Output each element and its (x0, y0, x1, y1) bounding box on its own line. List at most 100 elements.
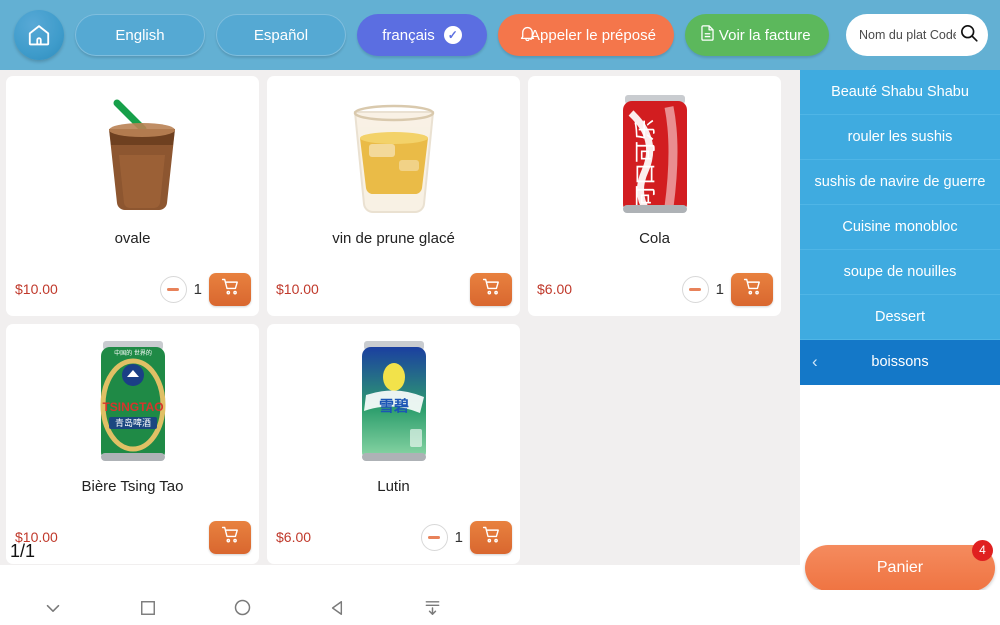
product-name: vin de prune glacé (332, 230, 455, 247)
decrease-quantity-button[interactable] (420, 523, 448, 551)
call-staff-label: Appeler le préposé (530, 26, 656, 44)
product-card[interactable]: 可口可乐 Cola $6.00 1 (528, 76, 781, 316)
language-label: français (382, 26, 435, 44)
language-button-francais[interactable]: français ✓ (357, 14, 487, 56)
cart-icon (220, 524, 241, 550)
category-item-sushis-de-navire-de-guerre[interactable]: sushis de navire de guerre (800, 160, 1000, 205)
cart-label: Panier (876, 558, 924, 576)
check-icon: ✓ (443, 26, 462, 44)
page-indicator: 1/1 (10, 541, 36, 561)
svg-text:雪碧: 雪碧 (378, 397, 408, 415)
bell-icon (518, 24, 537, 47)
product-footer: $10.00 (267, 262, 520, 316)
quantity-value: 1 (715, 280, 724, 298)
product-grid: ovale $10.00 1 vin de prune glacé $10.00… (6, 76, 800, 564)
cart-icon (481, 524, 502, 550)
svg-text:TSINGTAO: TSINGTAO (102, 400, 163, 414)
category-label: Dessert (875, 309, 925, 325)
product-image-sprite-can: 雪碧 (267, 324, 520, 476)
category-item-cuisine-monobloc[interactable]: Cuisine monobloc (800, 205, 1000, 250)
quantity-controls: 1 (159, 272, 251, 306)
product-card[interactable]: ovale $10.00 1 (6, 76, 259, 316)
minus-icon (428, 535, 441, 539)
product-image-iced-chocolate-drink (6, 76, 259, 228)
product-price: $6.00 (537, 281, 573, 297)
product-card[interactable]: vin de prune glacé $10.00 (267, 76, 520, 316)
category-sidebar: Beauté Shabu Shabu rouler les sushis sus… (800, 70, 1000, 535)
svg-text:可口可乐: 可口可乐 (633, 119, 658, 207)
home-button[interactable] (14, 10, 64, 60)
category-item-soupe-de-nouilles[interactable]: soupe de nouilles (800, 250, 1000, 295)
language-button-english[interactable]: English (75, 14, 205, 56)
language-label: Español (253, 26, 309, 44)
hide-keyboard-icon[interactable] (410, 597, 455, 618)
product-image-iced-plum-wine (267, 76, 520, 228)
product-name: Cola (639, 230, 670, 247)
cart-button[interactable]: Panier 4 (805, 539, 995, 591)
product-price: $10.00 (276, 281, 319, 297)
document-icon (698, 23, 717, 47)
square-icon[interactable] (125, 598, 170, 618)
minus-icon (689, 287, 702, 291)
quantity-controls: 1 (681, 272, 773, 306)
category-item-boissons[interactable]: ‹ boissons (800, 340, 1000, 385)
product-footer: $6.00 1 (528, 262, 781, 316)
product-card[interactable]: TSINGTAO 青岛啤酒 中国的 世界的 Bière Tsing Tao $1… (6, 324, 259, 564)
add-to-cart-button[interactable] (209, 272, 251, 306)
top-header: English Español français ✓ Appeler le pr… (0, 0, 1000, 70)
quantity-controls (209, 520, 251, 554)
category-label: rouler les sushis (847, 129, 953, 145)
language-label: English (115, 26, 165, 44)
product-footer: $6.00 1 (267, 510, 520, 564)
view-bill-button[interactable]: Voir la facture (684, 14, 829, 56)
quantity-value: 1 (454, 528, 463, 546)
product-footer: $10.00 1 (6, 262, 259, 316)
view-bill-label: Voir la facture (718, 26, 811, 44)
svg-text:中国的 世界的: 中国的 世界的 (114, 349, 152, 357)
category-item-rouler-les-sushis[interactable]: rouler les sushis (800, 115, 1000, 160)
search-input[interactable] (859, 28, 956, 42)
minus-icon (167, 287, 180, 291)
category-label: Cuisine monobloc (842, 219, 958, 235)
product-name: Lutin (377, 478, 410, 495)
product-image-tsingtao-beer-can: TSINGTAO 青岛啤酒 中国的 世界的 (6, 324, 259, 476)
category-item-dessert[interactable]: Dessert (800, 295, 1000, 340)
category-label: sushis de navire de guerre (814, 174, 986, 190)
cart-icon (481, 276, 502, 302)
circle-icon[interactable] (220, 597, 265, 618)
search-icon[interactable] (958, 22, 980, 49)
cart-count-badge: 4 (972, 539, 993, 561)
language-button-espanol[interactable]: Español (216, 14, 346, 56)
decrease-quantity-button[interactable] (681, 275, 709, 303)
product-footer: $10.00 (6, 510, 259, 564)
category-label: soupe de nouilles (843, 264, 957, 280)
quantity-controls: 1 (420, 520, 512, 554)
home-icon (26, 22, 52, 48)
product-price: $10.00 (15, 281, 58, 297)
add-to-cart-button[interactable] (470, 520, 512, 554)
back-triangle-icon[interactable] (315, 598, 360, 618)
cart-icon (220, 276, 241, 302)
product-image-cola-can: 可口可乐 (528, 76, 781, 228)
product-grid-area: ovale $10.00 1 vin de prune glacé $10.00… (0, 70, 800, 565)
decrease-quantity-button[interactable] (159, 275, 187, 303)
product-name: ovale (114, 230, 151, 247)
search-box[interactable] (846, 14, 988, 56)
call-staff-button[interactable]: Appeler le préposé (498, 14, 674, 56)
svg-text:青岛啤酒: 青岛啤酒 (114, 417, 150, 428)
pos-ordering-screen: English Español français ✓ Appeler le pr… (0, 0, 1000, 625)
quantity-value: 1 (193, 280, 202, 298)
category-label: boissons (871, 354, 929, 370)
product-card[interactable]: 雪碧 Lutin $6.00 1 (267, 324, 520, 564)
category-item-beaute-shabu-shabu[interactable]: Beauté Shabu Shabu (800, 70, 1000, 115)
cart-icon (742, 276, 763, 302)
product-price: $6.00 (276, 529, 312, 545)
product-name: Bière Tsing Tao (81, 478, 184, 495)
chevron-left-icon: ‹ (812, 352, 818, 371)
add-to-cart-button[interactable] (731, 272, 773, 306)
quantity-controls (470, 272, 512, 306)
add-to-cart-button[interactable] (470, 272, 512, 306)
category-label: Beauté Shabu Shabu (831, 84, 969, 100)
chevron-down-icon[interactable] (30, 597, 75, 619)
add-to-cart-button[interactable] (209, 520, 251, 554)
